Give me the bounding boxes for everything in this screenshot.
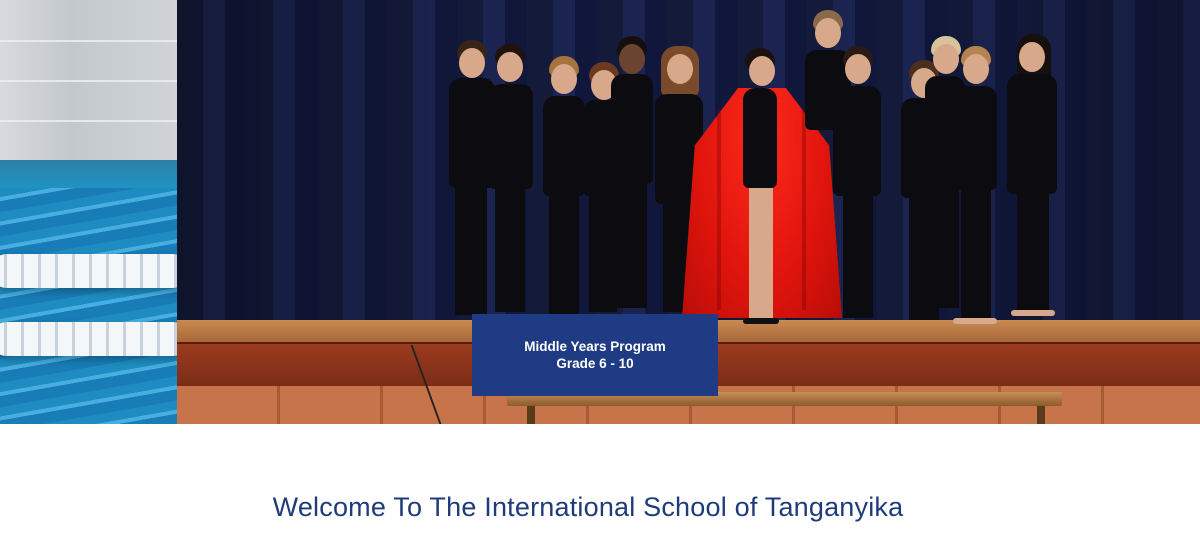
program-name: Middle Years Program bbox=[524, 339, 666, 354]
program-grades: Grade 6 - 10 bbox=[556, 356, 634, 371]
hero-banner: Middle Years Program Grade 6 - 10 bbox=[0, 0, 1200, 424]
welcome-heading: Welcome To The International School of T… bbox=[272, 492, 904, 522]
program-caption-card[interactable]: Middle Years Program Grade 6 - 10 bbox=[472, 314, 718, 396]
swimming-pool-image bbox=[0, 0, 177, 424]
